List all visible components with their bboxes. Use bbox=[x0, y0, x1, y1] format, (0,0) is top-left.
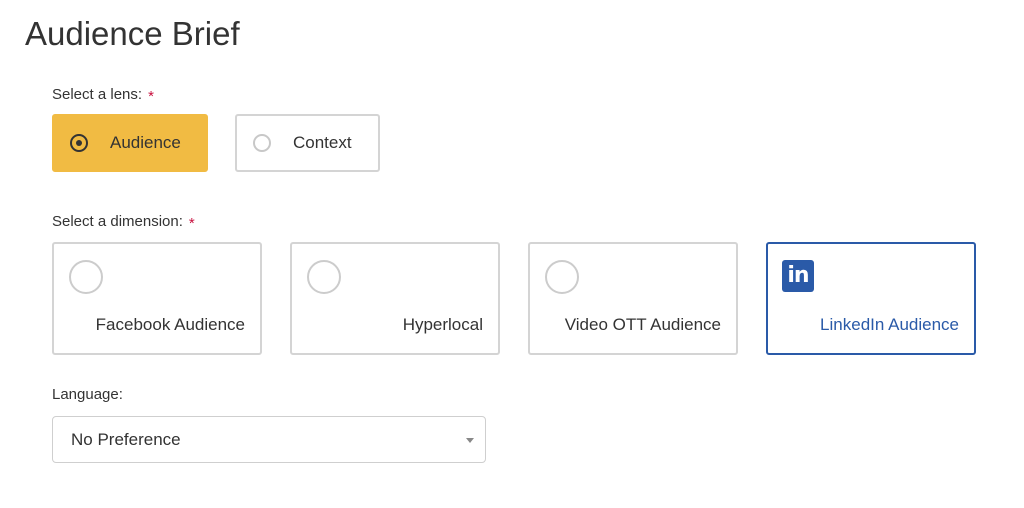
dimension-card-facebook-audience[interactable]: Facebook Audience bbox=[52, 242, 262, 355]
linkedin-icon: in bbox=[782, 260, 814, 292]
dimension-card-linkedin-audience[interactable]: in LinkedIn Audience bbox=[766, 242, 976, 355]
language-select[interactable]: No Preference bbox=[52, 416, 486, 463]
dimension-card-label: Facebook Audience bbox=[95, 315, 245, 334]
language-select-value: No Preference bbox=[71, 429, 181, 449]
lens-option-label: Context bbox=[293, 133, 352, 152]
radio-icon bbox=[545, 260, 579, 294]
lens-option-context[interactable]: Context bbox=[235, 114, 380, 172]
lens-option-label: Audience bbox=[110, 133, 181, 152]
dimension-card-label: Hyperlocal bbox=[402, 315, 483, 334]
required-asterisk: * bbox=[188, 215, 195, 232]
dimension-label: Select a dimension: * bbox=[52, 213, 195, 232]
radio-unselected-icon bbox=[253, 134, 271, 152]
dimension-card-label: LinkedIn Audience bbox=[820, 315, 959, 334]
dimension-card-label: Video OTT Audience bbox=[564, 315, 721, 334]
radio-icon bbox=[307, 260, 341, 294]
dimension-card-hyperlocal[interactable]: Hyperlocal bbox=[290, 242, 500, 355]
radio-icon bbox=[69, 260, 103, 294]
page-title: Audience Brief bbox=[25, 15, 240, 52]
lens-option-audience[interactable]: Audience bbox=[52, 114, 208, 172]
dimension-card-video-ott-audience[interactable]: Video OTT Audience bbox=[528, 242, 738, 355]
audience-brief-page: Audience Brief Select a lens: * Audience … bbox=[0, 0, 1024, 508]
lens-label-text: Select a lens: bbox=[52, 86, 143, 103]
radio-selected-icon bbox=[70, 134, 88, 152]
caret-down-icon bbox=[466, 438, 474, 443]
required-asterisk: * bbox=[148, 88, 154, 105]
language-label-text: Language: bbox=[52, 386, 123, 403]
lens-label: Select a lens: * bbox=[52, 86, 154, 105]
language-label: Language: bbox=[52, 386, 123, 404]
dimension-label-text: Select a dimension: bbox=[52, 213, 183, 230]
